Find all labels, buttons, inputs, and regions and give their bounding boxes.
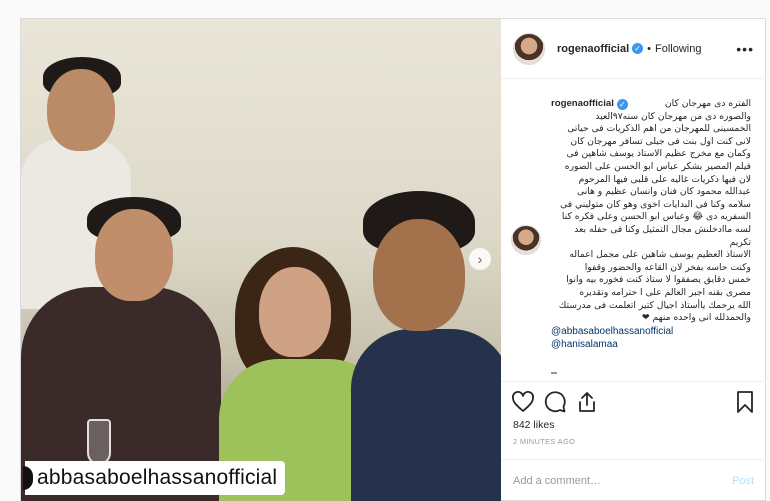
action-bar	[501, 381, 766, 421]
caption-line: والحمدلله انى واحده منهم ❤	[641, 312, 751, 324]
caption-line: سلامه وكنا فى البدايات اخوى وهو كان متول…	[560, 198, 751, 210]
caption-line: فيلم المصير بشكر عباس ابو الحسن على الصو…	[564, 160, 751, 172]
person-4	[351, 329, 501, 501]
avatar[interactable]	[513, 32, 545, 65]
scroll-indicator	[551, 372, 557, 374]
mention-link[interactable]: @hanisalamaa	[551, 338, 751, 351]
caption-avatar[interactable]	[511, 225, 541, 255]
photo-watermark: abbasaboelhassanofficial	[23, 461, 286, 495]
caption-line: خمس دقايق يصفقوا لا ستاذ كنت فخوره بيه و…	[566, 274, 751, 286]
verified-badge-icon: ✓	[632, 43, 644, 54]
comment-form: Post	[501, 459, 766, 501]
username-link[interactable]: rogenaofficial	[557, 43, 629, 55]
caption-line: عبدالله محمود كان فنان وانسان عظيم و هان…	[577, 186, 751, 198]
post-sidebar: rogenaofficial ✓ • Following ••• rogenao…	[501, 19, 766, 501]
post-comment-button[interactable]: Post	[732, 475, 754, 487]
caption-area: rogenaofficial ✓ الفتره دى مهرجان كان وا…	[501, 80, 766, 378]
caption-line: لانى كنت اول بنت فى جيلى تسافر مهرجان كا…	[570, 135, 751, 147]
post-timestamp[interactable]: 2 MINUTES AGO	[513, 437, 575, 446]
watermark-text: abbasaboelhassanofficial	[37, 466, 278, 489]
comment-icon[interactable]	[543, 390, 567, 414]
following-button[interactable]: Following	[655, 43, 701, 55]
chevron-right-icon[interactable]: ›	[469, 248, 491, 270]
caption-line: السفريه دى 😂 وعباس ابو الحسن وعلى فكره ك…	[561, 211, 751, 223]
caption-line: لسه ماادخلنش مجال التمثيل وكنا فى حفله ب…	[574, 223, 751, 248]
champagne-glass	[87, 419, 111, 465]
caption-line: وكنت حاسه بفخر لان القاعه والحضور وقفوا	[584, 261, 751, 273]
caption-line: الله يرحمك ياأستاذ اجيال كتير اتعلمت فى …	[558, 299, 751, 311]
likes-count[interactable]: 842 likes	[513, 419, 554, 431]
caption-line: والصوره دى من مهرجان كان سنه٩٧العيد	[595, 110, 751, 122]
instagram-post: abbasaboelhassanofficial › rogenaofficia…	[20, 18, 766, 501]
caption-line: لان فيها ذكريات غاليه على قلبى فيها المر…	[578, 173, 751, 185]
separator-dot: •	[647, 42, 651, 55]
mention-link[interactable]: @abbasaboelhassanofficial	[551, 325, 751, 338]
caption-text: rogenaofficial ✓ الفتره دى مهرجان كان وا…	[551, 98, 751, 351]
comment-input[interactable]	[513, 474, 732, 487]
heart-icon[interactable]	[511, 390, 535, 414]
caption-line: الفتره دى مهرجان كان	[664, 98, 751, 109]
more-options-icon[interactable]: •••	[736, 41, 754, 57]
caption-line: وكمان مع مخرج عظيم الاستاذ يوسف شاهين فى	[566, 148, 751, 160]
caption-line: الاستاذ العظيم يوسف شاهين على مجمل اعمال…	[569, 249, 751, 261]
caption-line: مصرى بقنه اجبر العالم على ا حترامه وتقدي…	[579, 286, 751, 298]
verified-badge-icon: ✓	[616, 99, 628, 110]
post-header: rogenaofficial ✓ • Following •••	[501, 19, 766, 79]
post-photo[interactable]: abbasaboelhassanofficial ›	[21, 19, 501, 501]
caption-username[interactable]: rogenaofficial	[551, 98, 614, 111]
caption-line: الخمسينى للمهرجان من اهم الذكريات فى حيا…	[567, 123, 751, 135]
share-icon[interactable]	[575, 390, 599, 414]
bookmark-icon[interactable]	[733, 390, 757, 414]
